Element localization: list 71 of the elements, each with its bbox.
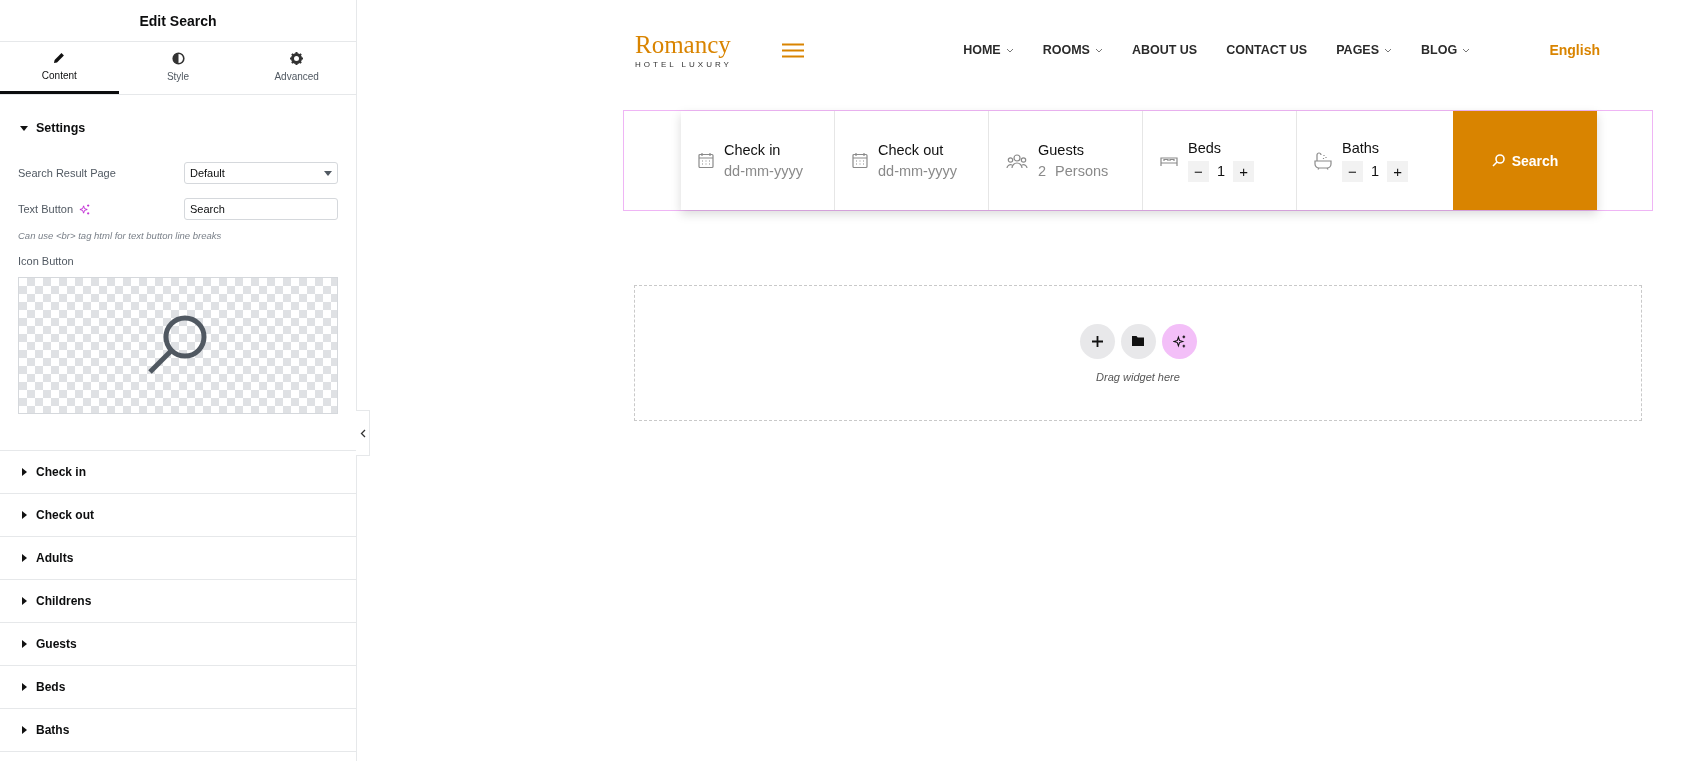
section-header[interactable]: Check out xyxy=(0,494,356,537)
chevron-left-icon xyxy=(359,428,366,438)
panel-tab[interactable]: Advanced xyxy=(237,42,356,94)
section-header[interactable]: Guests xyxy=(0,623,356,666)
panel-tab[interactable]: Content xyxy=(0,42,119,94)
field-label: Beds xyxy=(1188,139,1223,156)
plus-icon xyxy=(1091,335,1103,347)
nav-link[interactable]: ABOUT US xyxy=(1131,43,1198,57)
section-header[interactable]: Adults xyxy=(0,537,356,580)
chevron-down-icon xyxy=(1005,47,1014,53)
caret-icon xyxy=(20,124,28,132)
chevron-down-icon xyxy=(1094,47,1103,53)
section-header[interactable]: Settings xyxy=(20,121,338,135)
calendar-icon xyxy=(698,152,714,169)
plus-button[interactable]: + xyxy=(1233,160,1255,182)
gear-icon xyxy=(290,51,304,65)
people-icon xyxy=(1006,152,1028,169)
collapse-handle[interactable] xyxy=(356,410,370,456)
caret-icon xyxy=(20,597,28,605)
caret-icon xyxy=(20,468,28,476)
caret-icon xyxy=(20,511,28,519)
nav-link[interactable]: CONTACT US xyxy=(1226,43,1308,57)
contrast-icon xyxy=(171,51,185,65)
caret-icon xyxy=(20,683,28,691)
nav-link[interactable]: ROOMS xyxy=(1042,43,1103,57)
drop-hint: Drag widget here xyxy=(1096,370,1180,383)
plus-button[interactable]: + xyxy=(1387,160,1409,182)
field-label: Icon Button xyxy=(18,255,75,267)
search-icon xyxy=(1491,154,1505,167)
guest-count[interactable]: 2 xyxy=(1038,163,1047,179)
panel-title: Edit Search xyxy=(0,0,356,42)
help-text: Can use <br> tag html for text button line breaks xyxy=(18,230,223,241)
section-header[interactable]: Baths xyxy=(0,709,356,752)
bathtub-icon xyxy=(1314,151,1332,170)
caret-icon xyxy=(20,554,28,562)
field-label: Search Result Page xyxy=(18,167,116,179)
nav-link[interactable]: HOME xyxy=(963,43,1014,57)
chevron-down-icon xyxy=(1462,47,1471,53)
input-field[interactable]: Search xyxy=(184,198,338,220)
sparkle-icon xyxy=(79,203,91,215)
counter-value: 1 xyxy=(1217,163,1226,179)
select-field[interactable]: Default xyxy=(184,162,338,184)
caret-icon xyxy=(20,640,28,648)
bed-icon xyxy=(1160,154,1178,167)
nav-link[interactable]: PAGES xyxy=(1336,43,1393,57)
add-button[interactable] xyxy=(1079,323,1115,359)
section-header[interactable]: Check in xyxy=(0,451,356,494)
menu-icon[interactable] xyxy=(781,42,804,58)
guest-unit: Persons xyxy=(1055,163,1109,179)
caret-icon xyxy=(20,726,28,734)
logo-tagline: HOTEL LUXURY xyxy=(635,59,732,69)
chevron-down-icon xyxy=(1384,47,1393,53)
nav-link[interactable]: BLOG xyxy=(1421,43,1471,57)
ai-button[interactable] xyxy=(1161,323,1197,359)
pencil-icon xyxy=(53,52,66,64)
field-label: Baths xyxy=(1342,139,1381,156)
calendar-icon xyxy=(852,152,868,169)
minus-button[interactable]: − xyxy=(1188,160,1209,182)
minus-button[interactable]: − xyxy=(1342,160,1363,182)
field-label: Check out xyxy=(878,142,945,158)
field-label: Text Button xyxy=(18,203,74,215)
field-label: Guests xyxy=(1038,142,1085,158)
panel-tab[interactable]: Style xyxy=(118,42,238,94)
counter-value: 1 xyxy=(1371,163,1380,179)
sparkle-icon xyxy=(1172,334,1186,348)
folder-icon xyxy=(1132,336,1144,346)
section-header[interactable]: Childrens xyxy=(0,580,356,623)
template-button[interactable] xyxy=(1120,323,1156,359)
field-label: Check in xyxy=(724,142,782,158)
dropdown-arrow-icon xyxy=(324,170,332,176)
section-header[interactable]: Beds xyxy=(0,666,356,709)
